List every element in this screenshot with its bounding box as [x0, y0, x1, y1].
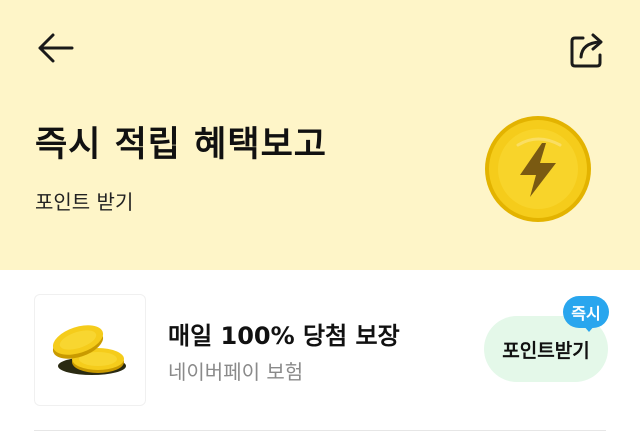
page-title: 즉시 적립 혜택보고 — [35, 125, 327, 165]
share-button[interactable] — [564, 28, 610, 72]
hero-banner: 즉시 적립 혜택보고 포인트 받기 — [0, 0, 640, 270]
offer-provider: 네이버페이 보험 — [168, 360, 304, 384]
instant-badge: 즉시 — [563, 296, 609, 328]
page-subtitle: 포인트 받기 — [35, 190, 134, 214]
gold-coins-icon — [52, 325, 126, 375]
offer-thumbnail — [34, 294, 146, 406]
offer-card[interactable]: 매일 100% 당첨 보장 네이버페이 보험 포인트받기 즉시 — [0, 270, 640, 440]
divider — [34, 430, 606, 431]
offer-title: 매일 100% 당첨 보장 — [168, 322, 400, 350]
share-icon — [570, 33, 603, 68]
arrow-left-icon — [38, 33, 74, 63]
lightning-coin-icon — [485, 116, 591, 222]
badge-tail — [583, 325, 595, 332]
back-button[interactable] — [34, 28, 78, 68]
